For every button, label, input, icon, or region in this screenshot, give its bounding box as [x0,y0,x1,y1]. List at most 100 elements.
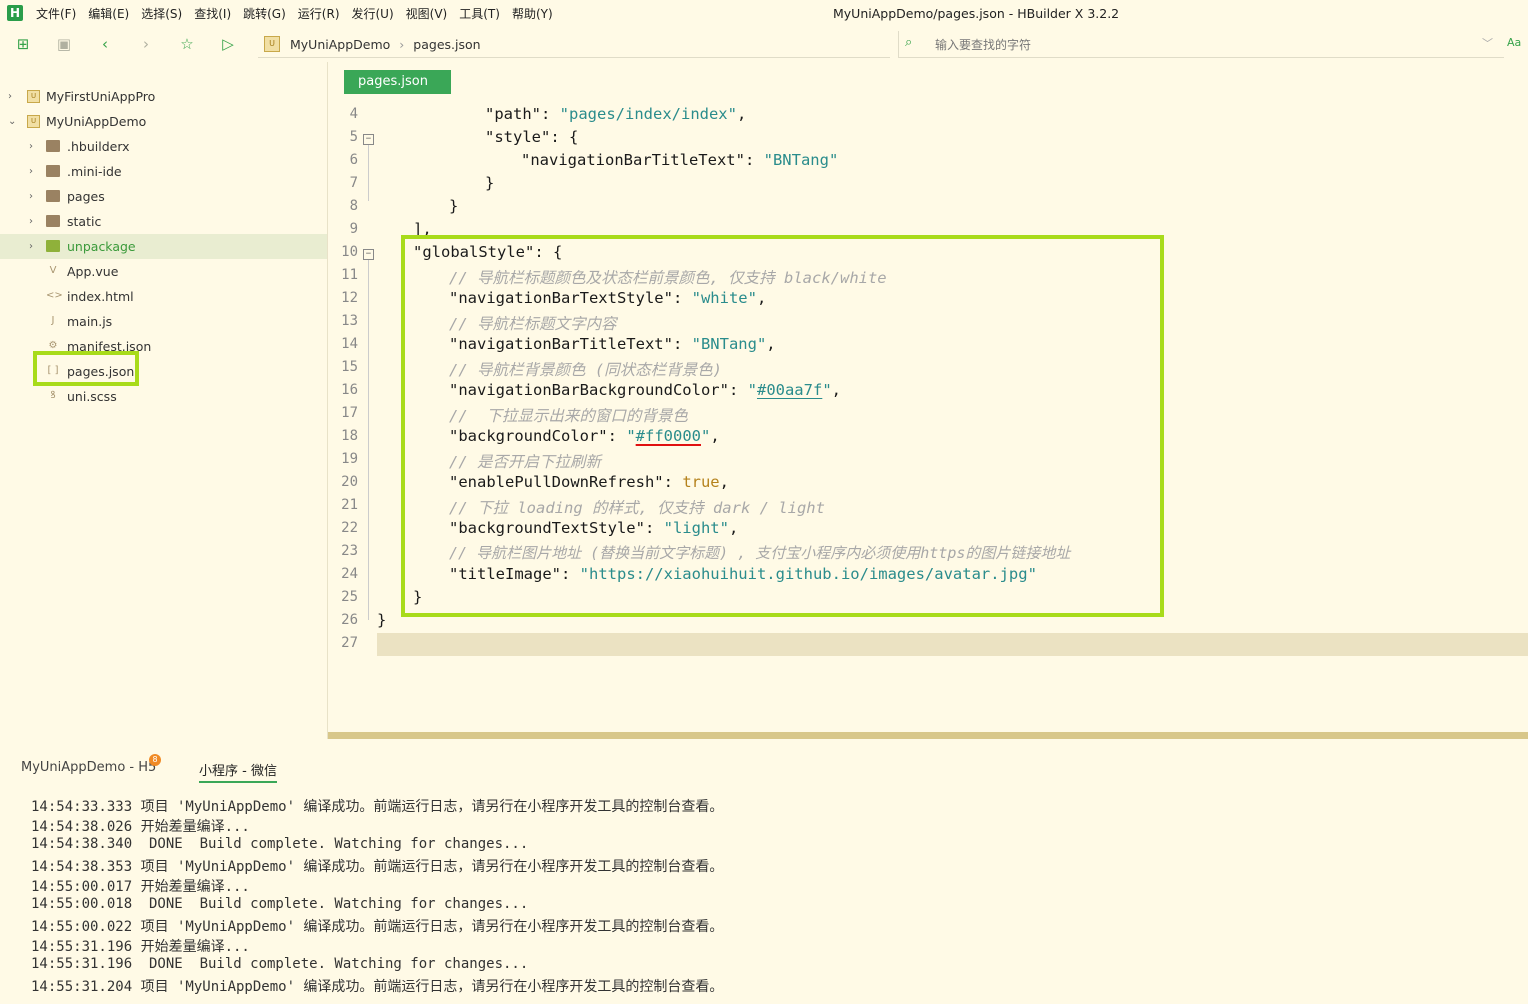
log-line: 14:54:38.026 开始差量编译... [31,819,250,835]
line-number: 20 [341,474,358,490]
toolbar: ⊞ ▣ ‹ › ☆ ▷ U MyUniAppDemo › pages.json … [0,28,1528,60]
search-box: ⌕ ﹀ [898,31,1504,58]
line-number: 26 [341,612,358,628]
code-line-4: "path": "pages/index/index", [485,105,747,123]
log-line: 14:55:00.017 开始差量编译... [31,879,250,895]
tree-item-label: .mini-ide [67,164,122,179]
line-number: 21 [341,497,358,513]
window-title: MyUniAppDemo/pages.json - HBuilder X 3.2… [833,6,1120,21]
scss-file-icon: ꝸ [50,390,56,401]
line-number: 23 [341,543,358,559]
title-bar: H 文件(F) 编辑(E) 选择(S) 查找(I) 跳转(G) 运行(R) 发行… [0,0,1528,28]
tree-item-label: uni.scss [67,389,117,404]
match-case-button[interactable]: Aa [1507,36,1521,49]
code-line-26: } [377,611,387,629]
tree-item-static[interactable]: › static [0,209,327,234]
line-number: 27 [341,635,358,651]
project-icon: U [27,90,40,103]
code-editor[interactable]: pages.json 4 5 6 7 8 9 10 11 12 13 14 15… [328,62,1528,732]
tree-item-hbuilderx[interactable]: › .hbuilderx [0,134,327,159]
tree-item-label: pages [67,189,105,204]
line-number: 15 [341,359,358,375]
folder-icon [46,165,60,177]
tree-item-app-vue[interactable]: V App.vue [0,259,327,284]
tree-item-label: main.js [67,314,113,329]
folder-icon [46,190,60,202]
console-tab-weixin[interactable]: 小程序 - 微信 [199,760,277,783]
project-sidebar: › U MyFirstUniAppPro ⌄ U MyUniAppDemo › … [0,62,328,739]
new-file-icon[interactable]: ⊞ [14,35,32,53]
log-line: 14:55:31.196 开始差量编译... [31,939,250,955]
menu-run[interactable]: 运行(R) [298,0,340,28]
menu-edit[interactable]: 编辑(E) [88,0,129,28]
chevron-down-icon[interactable]: ﹀ [1482,35,1493,51]
tree-item-myfirstuniapppro[interactable]: › U MyFirstUniAppPro [0,84,327,109]
line-number: 18 [341,428,358,444]
tree-item-pages[interactable]: › pages [0,184,327,209]
tree-item-index-html[interactable]: <> index.html [0,284,327,309]
menu-help[interactable]: 帮助(Y) [512,0,553,28]
folder-icon [46,240,60,252]
log-line: 14:55:31.204 项目 'MyUniAppDemo' 编译成功。前端运行… [31,979,724,995]
editor-divider[interactable] [328,732,1528,739]
forward-icon[interactable]: › [137,35,155,53]
log-line: 14:55:31.196 DONE Build complete. Watchi… [31,956,529,972]
line-number: 24 [341,566,358,582]
menu-find[interactable]: 查找(I) [194,0,231,28]
code-line-7: } [485,174,495,192]
line-number: 7 [349,175,358,191]
line-number: 5 [349,129,358,145]
search-icon: ⌕ [905,35,913,50]
chevron-right-icon[interactable]: › [29,184,33,209]
run-icon[interactable]: ▷ [219,35,237,53]
chevron-right-icon[interactable]: › [29,159,33,184]
js-file-icon: J [51,315,55,326]
folder-icon [46,215,60,227]
menu-view[interactable]: 视图(V) [406,0,448,28]
menu-goto[interactable]: 跳转(G) [243,0,286,28]
chevron-right-icon[interactable]: › [29,234,33,259]
chevron-right-icon[interactable]: › [29,209,33,234]
save-icon[interactable]: ▣ [55,35,73,53]
chevron-down-icon[interactable]: ⌄ [8,109,16,134]
log-line: 14:55:00.022 项目 'MyUniAppDemo' 编译成功。前端运行… [31,919,724,935]
chevron-right-icon[interactable]: › [29,134,33,159]
search-input[interactable] [933,34,1477,56]
tree-item-myuniappdemo[interactable]: ⌄ U MyUniAppDemo [0,109,327,134]
log-line: 14:55:00.018 DONE Build complete. Watchi… [31,896,529,912]
console-tab-h5[interactable]: MyUniAppDemo - H5 [21,760,156,775]
highlight-box [401,235,1164,617]
menu-select[interactable]: 选择(S) [141,0,182,28]
hbuilder-logo-icon: H [7,5,23,21]
project-icon: U [264,36,280,52]
tree-item-uni-scss[interactable]: ꝸ uni.scss [0,384,327,409]
chevron-right-icon[interactable]: › [8,84,12,109]
menu-file[interactable]: 文件(F) [36,0,76,28]
tree-item-unpackage[interactable]: › unpackage [0,234,327,259]
menu-publish[interactable]: 发行(U) [352,0,394,28]
vue-file-icon: V [49,265,57,276]
tree-item-main-js[interactable]: J main.js [0,309,327,334]
tree-item-label: .hbuilderx [67,139,130,154]
line-number: 9 [349,221,358,237]
breadcrumb: U MyUniAppDemo › pages.json [258,31,890,58]
tree-item-label: static [67,214,102,229]
line-gutter: 4 5 6 7 8 9 10 11 12 13 14 15 16 17 18 1… [328,62,376,732]
tree-item-label: MyFirstUniAppPro [46,89,156,104]
back-icon[interactable]: ‹ [96,35,114,53]
json-string: "pages/index/index" [559,105,737,123]
menu-tools[interactable]: 工具(T) [459,0,500,28]
star-icon[interactable]: ☆ [178,35,196,53]
breadcrumb-project[interactable]: MyUniAppDemo [290,37,390,52]
fold-minus-icon[interactable]: − [363,249,374,260]
line-number: 17 [341,405,358,421]
tree-item-mini-ide[interactable]: › .mini-ide [0,159,327,184]
line-number: 16 [341,382,358,398]
code-line-8: } [449,197,459,215]
fold-minus-icon[interactable]: − [363,134,374,145]
console-panel: MyUniAppDemo - H5 8 小程序 - 微信 14:54:33.33… [0,740,1528,1004]
chevron-right-icon: › [399,36,405,52]
fold-guide [368,145,369,201]
line-number: 8 [349,198,358,214]
breadcrumb-file[interactable]: pages.json [413,37,480,52]
